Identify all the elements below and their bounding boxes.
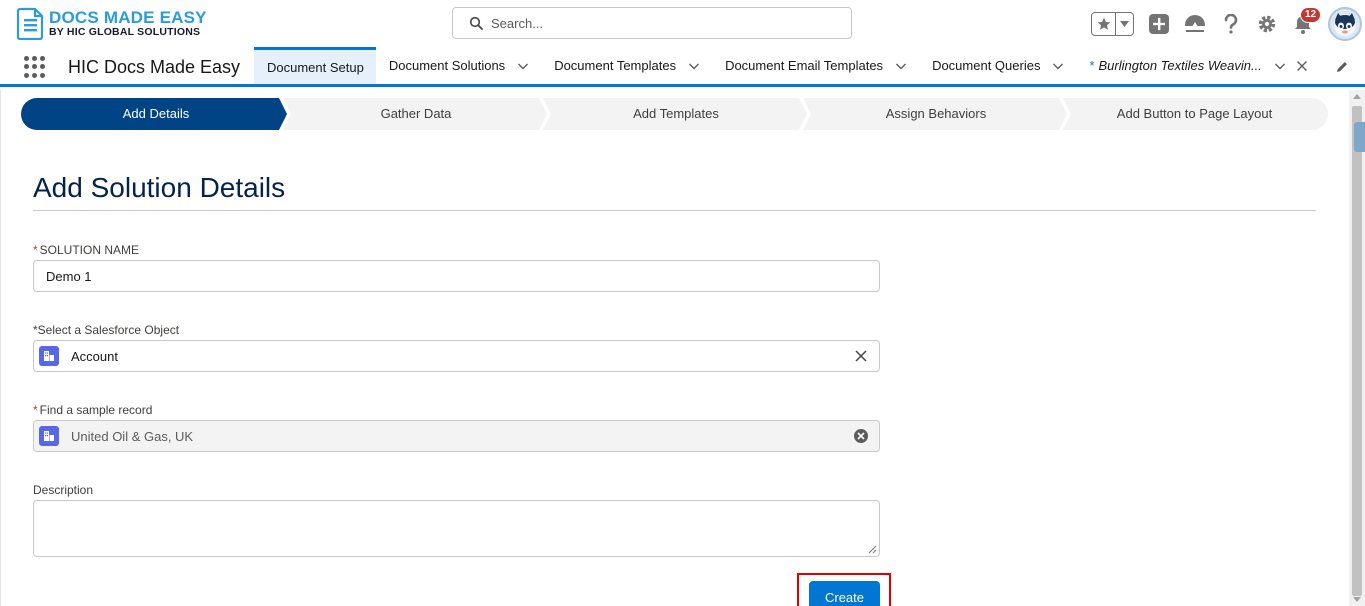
search-input[interactable] [491, 15, 831, 31]
path-step-gather-data[interactable]: Gather Data [285, 98, 547, 130]
chevron-down-icon[interactable] [1052, 60, 1064, 72]
pencil-icon[interactable] [1335, 60, 1349, 74]
vertical-scrollbar[interactable] [1349, 90, 1365, 606]
plus-icon[interactable] [1148, 13, 1170, 35]
trailhead-icon[interactable] [1184, 13, 1206, 35]
clear-selection-icon[interactable] [853, 348, 869, 364]
salesforce-object-value: Account [71, 348, 118, 364]
tab-burlington-textiles[interactable]: * Burlington Textiles Weavin... [1076, 47, 1319, 84]
logo-main-text: DOCS MADE EASY [49, 7, 207, 27]
close-icon[interactable] [1296, 60, 1308, 72]
notification-badge: 12 [1300, 7, 1322, 23]
unsaved-marker: * [1089, 58, 1095, 73]
tab-document-email-templates[interactable]: Document Email Templates [712, 47, 919, 84]
path-step-add-templates[interactable]: Add Templates [545, 98, 807, 130]
logo-sub-text: BY HIC GLOBAL SOLUTIONS [49, 25, 201, 38]
setup-path: Add Details Gather Data Add Templates As… [21, 98, 1328, 130]
clear-circle-icon[interactable] [853, 428, 869, 444]
tab-document-setup[interactable]: Document Setup [254, 47, 376, 84]
bell-icon[interactable]: 12 [1292, 7, 1322, 35]
chevron-down-icon[interactable] [517, 60, 529, 72]
scrollbar-thumb[interactable] [1352, 106, 1362, 596]
chevron-down-icon[interactable] [1274, 60, 1286, 72]
star-icon[interactable] [1092, 13, 1116, 35]
scroll-down-icon[interactable] [1353, 597, 1361, 602]
global-header: DOCS MADE EASY BY HIC GLOBAL SOLUTIONS S… [0, 0, 1365, 47]
tab-document-templates[interactable]: Document Templates [541, 47, 712, 84]
sample-record-value: United Oil & Gas, UK [71, 428, 194, 444]
app-logo[interactable]: DOCS MADE EASY BY HIC GLOBAL SOLUTIONS [16, 6, 207, 41]
app-name: HIC Docs Made Easy [68, 57, 241, 77]
required-marker: * [33, 243, 38, 257]
description-label: Description [33, 483, 94, 497]
chevron-down-icon[interactable] [1116, 13, 1133, 35]
path-step-add-details[interactable]: Add Details [21, 98, 291, 130]
app-launcher-icon[interactable] [24, 56, 46, 78]
page-title: Add Solution Details [33, 172, 286, 203]
tab-document-queries[interactable]: Document Queries [919, 47, 1076, 84]
tab-document-solutions[interactable]: Document Solutions [376, 47, 541, 84]
salesforce-object-label: *Select a Salesforce Object [33, 323, 180, 337]
path-step-add-button[interactable]: Add Button to Page Layout [1065, 98, 1324, 130]
account-object-icon [39, 426, 59, 446]
create-button[interactable]: Create [809, 581, 880, 606]
description-textarea[interactable] [33, 500, 880, 557]
solution-name-label: * SOLUTION NAME [33, 243, 140, 257]
chevron-down-icon[interactable] [688, 60, 700, 72]
path-step-assign-behaviors[interactable]: Assign Behaviors [805, 98, 1067, 130]
help-icon[interactable] [1220, 13, 1242, 35]
app-nav-bar: HIC Docs Made Easy Document Setup Docume… [0, 47, 1365, 87]
nav-tabs: Document Setup Document Solutions Docume… [254, 47, 1320, 84]
required-marker: * [33, 403, 38, 417]
solution-name-input[interactable] [33, 260, 880, 292]
side-panel-tab[interactable] [1354, 122, 1365, 152]
avatar[interactable] [1328, 7, 1362, 41]
salesforce-object-lookup[interactable]: Account [33, 340, 880, 372]
title-divider [33, 210, 1316, 211]
scroll-up-icon[interactable] [1353, 94, 1361, 99]
search-icon [469, 16, 483, 30]
sample-record-lookup[interactable]: United Oil & Gas, UK [33, 420, 880, 452]
document-logo-icon [16, 6, 46, 41]
account-object-icon [39, 346, 59, 366]
gear-icon[interactable] [1256, 13, 1278, 35]
resize-grip-icon[interactable] [868, 545, 877, 554]
chevron-down-icon[interactable] [895, 60, 907, 72]
header-utility-icons: 12 [1091, 7, 1362, 41]
global-search[interactable] [452, 7, 852, 39]
sample-record-label: * Find a sample record [33, 403, 153, 417]
favorites-button-group[interactable] [1091, 12, 1134, 36]
